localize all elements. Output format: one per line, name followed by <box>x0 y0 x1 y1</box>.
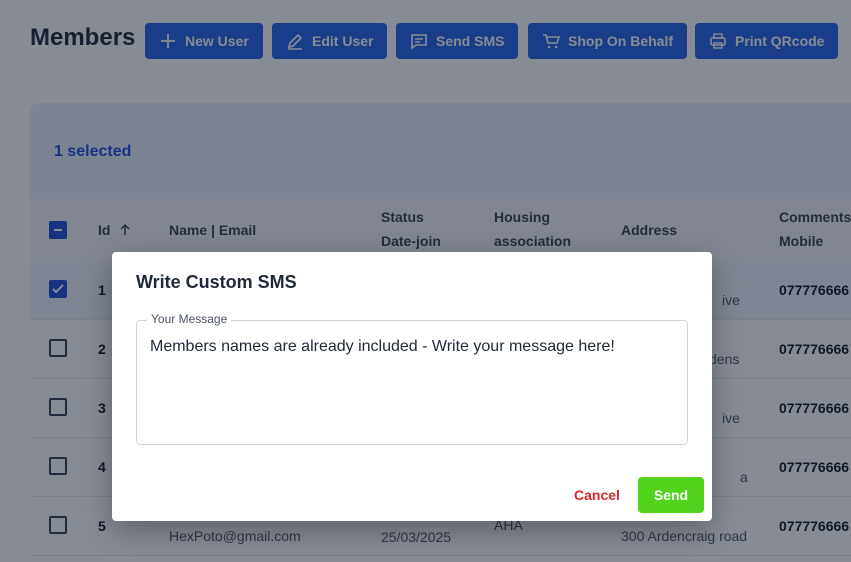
send-button[interactable]: Send <box>638 477 704 513</box>
message-field[interactable]: Your Message Members names are already i… <box>136 312 688 445</box>
dialog-title: Write Custom SMS <box>136 272 297 292</box>
sms-dialog: Write Custom SMS Your Message Members na… <box>112 252 712 521</box>
message-field-label: Your Message <box>147 312 232 326</box>
cancel-button[interactable]: Cancel <box>562 477 632 513</box>
message-input[interactable]: Members names are already included - Wri… <box>150 338 615 356</box>
